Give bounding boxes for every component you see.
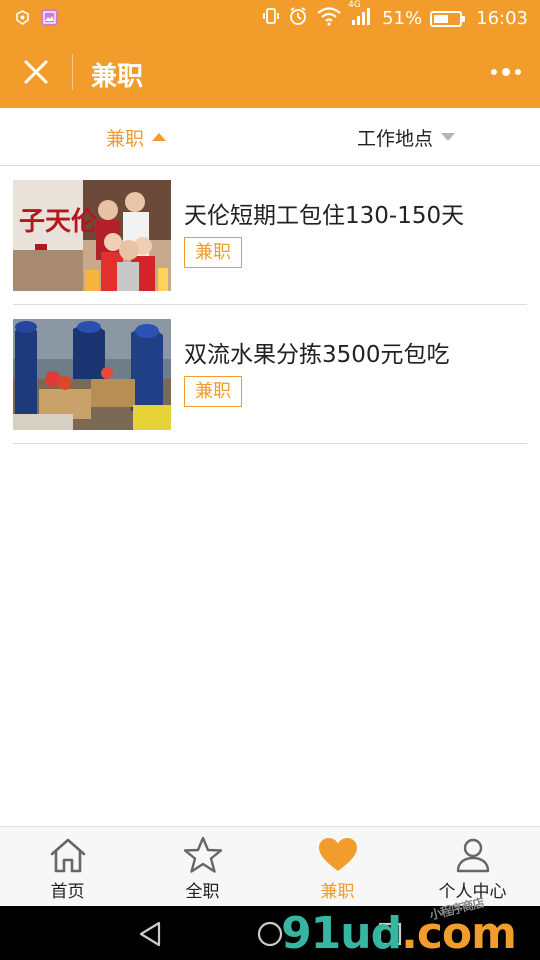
back-triangle-icon [139, 921, 161, 947]
notification-icon [14, 9, 31, 26]
gallery-icon [41, 9, 58, 26]
job-thumbnail [13, 319, 171, 430]
vibrate-icon [262, 6, 280, 31]
status-bar: 4G 51% 16:03 [0, 0, 540, 36]
more-button[interactable] [486, 58, 526, 86]
job-item[interactable]: 子天伦 天伦短期工包住130-150天 兼职 [13, 166, 527, 305]
clock: 16:03 [476, 8, 528, 29]
network-type: 4G [348, 0, 361, 10]
header-divider [72, 54, 73, 90]
wifi-icon [316, 6, 342, 31]
watermark-logo: 91ud.com 小程序商店 [281, 896, 517, 959]
signal-icon: 4G [348, 0, 374, 31]
battery-percent: 51% [382, 8, 423, 29]
battery-icon [430, 10, 466, 27]
filter-bar: 兼职 工作地点 [0, 108, 540, 166]
heart-icon [317, 835, 359, 875]
page-title: 兼职 [91, 62, 144, 92]
job-item[interactable]: 双流水果分拣3500元包吃 兼职 [13, 305, 527, 444]
top-bar: 4G 51% 16:03 兼职 [0, 0, 540, 108]
dropdown-arrow-icon [441, 133, 456, 141]
filter-location-label: 工作地点 [357, 127, 434, 150]
tab-parttime[interactable]: 兼职 [270, 827, 405, 907]
filter-type[interactable]: 兼职 [106, 108, 167, 166]
home-system-button[interactable] [256, 920, 284, 948]
person-icon [452, 835, 494, 875]
tab-parttime-label: 兼职 [320, 882, 355, 902]
job-title: 双流水果分拣3500元包吃 [184, 342, 450, 368]
system-nav-bar: 91ud.com 小程序商店 [0, 896, 540, 960]
close-icon [24, 60, 48, 84]
home-circle-icon [257, 921, 283, 947]
tab-fulltime-label: 全职 [185, 882, 220, 902]
watermark-part1: 91ud [281, 908, 402, 959]
battery-fill [434, 14, 449, 23]
more-dots-icon [491, 68, 521, 76]
home-icon [47, 835, 89, 875]
close-button[interactable] [16, 52, 56, 92]
job-title: 天伦短期工包住130-150天 [184, 203, 465, 229]
sort-up-icon [152, 133, 167, 141]
alarm-icon [288, 6, 308, 31]
svg-text:子天伦: 子天伦 [19, 206, 98, 237]
tab-home-label: 首页 [50, 882, 85, 902]
bottom-nav: 首页 全职 兼职 个人中心 [0, 826, 540, 906]
back-button[interactable] [136, 920, 164, 948]
job-type-tag: 兼职 [184, 237, 242, 268]
app-header: 兼职 [0, 36, 540, 108]
filter-location[interactable]: 工作地点 [357, 108, 456, 166]
star-icon [182, 835, 224, 875]
filter-type-label: 兼职 [106, 127, 145, 150]
job-thumbnail: 子天伦 [13, 180, 171, 291]
job-type-tag: 兼职 [184, 376, 242, 407]
job-list: 子天伦 天伦短期工包住130-150天 兼职 双流水果分拣3500元包吃 兼职 [13, 166, 527, 444]
tab-home[interactable]: 首页 [0, 827, 135, 907]
tab-fulltime[interactable]: 全职 [135, 827, 270, 907]
